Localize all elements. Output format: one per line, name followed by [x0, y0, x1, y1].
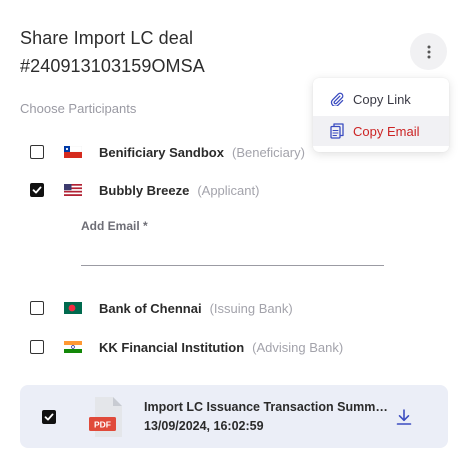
- pdf-badge-text: PDF: [94, 420, 111, 430]
- copy-email-label: Copy Email: [353, 123, 420, 139]
- participant-row[interactable]: KK Financial Institution (Advising Bank): [30, 337, 343, 357]
- participant-role: (Issuing Bank): [209, 300, 293, 316]
- participant-row[interactable]: Benificiary Sandbox (Beneficiary): [30, 142, 305, 162]
- copy-link-label: Copy Link: [353, 91, 411, 107]
- participant-row[interactable]: Bubbly Breeze (Applicant): [30, 180, 259, 200]
- add-email-label: Add Email *: [81, 219, 148, 233]
- bangladesh-flag-icon: [64, 302, 82, 314]
- copy-link-menu-item[interactable]: Copy Link: [313, 84, 449, 114]
- choose-participants-label: Choose Participants: [20, 101, 137, 116]
- participant-name: Bubbly Breeze: [99, 182, 190, 198]
- checkmark-icon: [32, 186, 42, 194]
- usa-flag-icon: [64, 184, 82, 196]
- share-dialog: Share Import LC deal #240913103159OMSA C…: [0, 0, 463, 454]
- more-vertical-icon: [427, 45, 430, 58]
- dialog-title-text: Share Import LC deal: [20, 28, 194, 48]
- participant-checkbox[interactable]: [30, 301, 44, 315]
- add-email-input[interactable]: [81, 242, 384, 266]
- copy-email-menu-item[interactable]: Copy Email: [313, 116, 449, 146]
- participant-name: Bank of Chennai: [99, 300, 202, 316]
- checkmark-icon: [44, 413, 54, 421]
- participant-name: KK Financial Institution: [99, 339, 245, 355]
- dialog-title: Share Import LC deal #240913103159OMSA: [20, 24, 360, 80]
- participant-checkbox[interactable]: [30, 183, 44, 197]
- chile-flag-icon: [64, 146, 82, 158]
- participant-checkbox[interactable]: [30, 145, 44, 159]
- download-icon[interactable]: [394, 407, 414, 427]
- participant-role: (Beneficiary): [231, 144, 305, 160]
- more-options-button[interactable]: [410, 33, 447, 70]
- participant-checkbox[interactable]: [30, 340, 44, 354]
- india-flag-icon: [64, 341, 82, 353]
- participant-row[interactable]: Bank of Chennai (Issuing Bank): [30, 298, 293, 318]
- participant-role: (Advising Bank): [252, 339, 344, 355]
- attachment-timestamp: 13/09/2024, 16:02:59: [144, 419, 264, 433]
- attachment-checkbox[interactable]: [42, 410, 56, 424]
- participant-role: (Applicant): [197, 182, 260, 198]
- attachment-name: Import LC Issuance Transaction Summary: [144, 400, 388, 414]
- options-menu: Copy Link Copy Email: [313, 78, 449, 152]
- participant-name: Benificiary Sandbox: [99, 144, 224, 160]
- pdf-file-icon: PDF: [89, 397, 122, 437]
- copy-document-icon: [330, 123, 344, 139]
- attachment-card: PDF Import LC Issuance Transaction Summa…: [20, 385, 448, 448]
- paperclip-icon: [330, 92, 344, 106]
- deal-reference: #240913103159OMSA: [20, 56, 205, 76]
